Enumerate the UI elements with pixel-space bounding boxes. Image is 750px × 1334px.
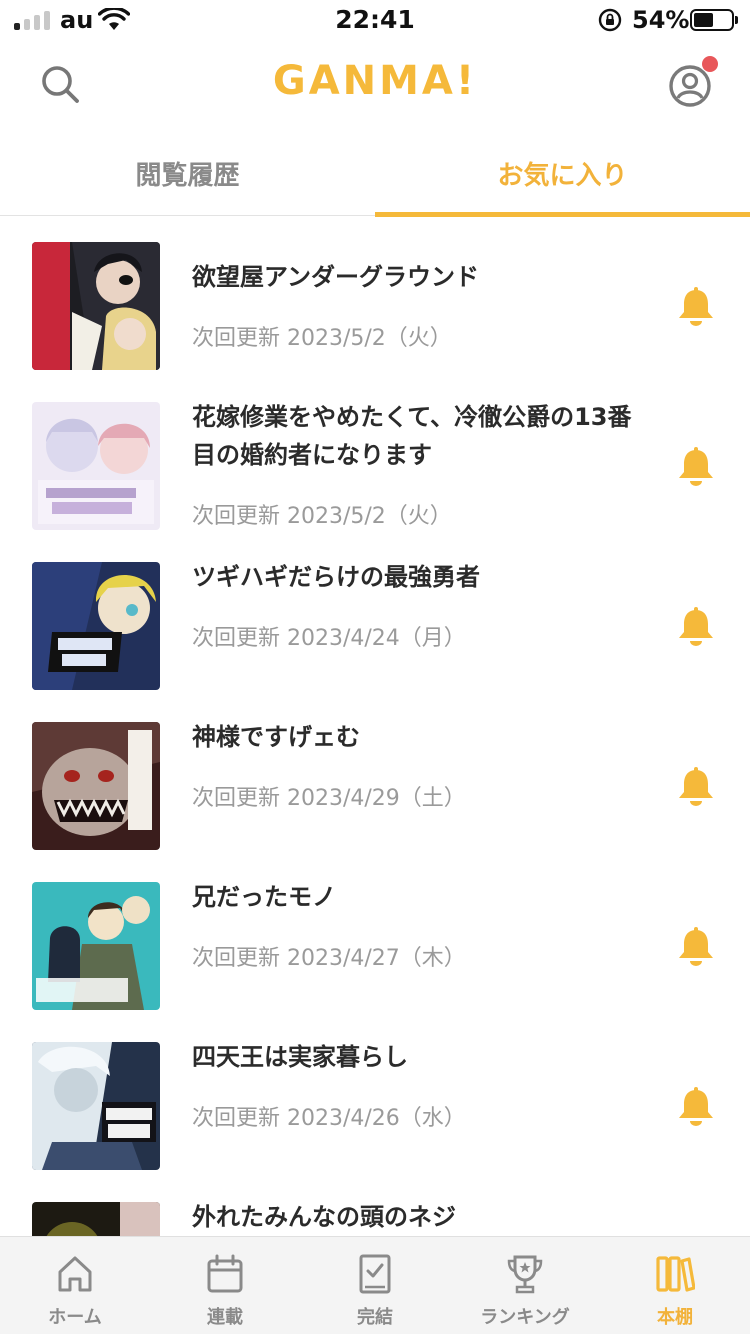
list-item[interactable]: 欲望屋アンダーグラウンド 次回更新 2023/5/2（火） — [0, 216, 750, 376]
comic-thumbnail — [32, 1202, 160, 1236]
wifi-icon — [98, 8, 130, 30]
notification-badge — [702, 56, 718, 72]
nav-ranking[interactable]: ランキング — [450, 1237, 600, 1334]
nav-label: 本棚 — [657, 1307, 693, 1328]
bell-icon[interactable] — [676, 606, 716, 648]
carrier-name: au — [60, 6, 94, 34]
signal-icon — [14, 10, 50, 30]
battery-icon — [690, 9, 738, 31]
list-item[interactable]: 外れたみんなの頭のネジ — [0, 1176, 750, 1236]
bell-icon[interactable] — [676, 766, 716, 808]
app-logo: GANMA! — [272, 58, 478, 104]
tab-bar: 閲覧履歴 お気に入り — [0, 130, 750, 217]
comic-thumbnail — [32, 1042, 160, 1170]
comic-thumbnail — [32, 882, 160, 1010]
nav-serial[interactable]: 連載 — [150, 1237, 300, 1334]
comic-title: 兄だったモノ — [192, 883, 336, 911]
bell-icon[interactable] — [676, 286, 716, 328]
next-update-date: 次回更新 2023/4/29（土） — [192, 786, 466, 811]
comic-title: 欲望屋アンダーグラウンド — [192, 263, 480, 291]
nav-label: ホーム — [48, 1307, 102, 1328]
list-item[interactable]: 花嫁修業をやめたくて、冷徹公爵の13番目の婚約者になります 次回更新 2023/… — [0, 376, 750, 536]
tab-favorites[interactable]: お気に入り — [375, 130, 750, 217]
list-item[interactable]: 四天王は実家暮らし 次回更新 2023/4/26（水） — [0, 1016, 750, 1176]
status-bar: au 22:41 54% — [0, 0, 750, 40]
comic-title: 四天王は実家暮らし — [192, 1043, 408, 1071]
comic-title: 花嫁修業をやめたくて、冷徹公爵の13番目の婚約者になります — [192, 403, 632, 469]
bookshelf-icon — [656, 1256, 695, 1292]
nav-home[interactable]: ホーム — [0, 1237, 150, 1334]
list-item[interactable]: 兄だったモノ 次回更新 2023/4/27（木） — [0, 856, 750, 1016]
comic-thumbnail — [32, 242, 160, 370]
trophy-icon — [507, 1255, 543, 1294]
list-item[interactable]: ツギハギだらけの最強勇者 次回更新 2023/4/24（月） — [0, 536, 750, 696]
favorites-list: 欲望屋アンダーグラウンド 次回更新 2023/5/2（火） 花嫁修業をやめたくて… — [0, 216, 750, 1236]
comic-title: 神様ですげェむ — [192, 723, 360, 751]
tab-history[interactable]: 閲覧履歴 — [0, 130, 375, 216]
app-header: GANMA! — [0, 40, 750, 130]
nav-label: 完結 — [357, 1307, 393, 1328]
comic-thumbnail — [32, 402, 160, 530]
nav-completed[interactable]: 完結 — [300, 1237, 450, 1334]
next-update-date: 次回更新 2023/5/2（火） — [192, 504, 452, 529]
next-update-date: 次回更新 2023/4/26（水） — [192, 1106, 466, 1131]
completed-book-icon — [359, 1254, 391, 1294]
rotation-lock-icon — [598, 8, 622, 32]
comic-thumbnail — [32, 722, 160, 850]
next-update-date: 次回更新 2023/5/2（火） — [192, 326, 452, 351]
battery-percent: 54% — [632, 6, 690, 34]
list-item[interactable]: 神様ですげェむ 次回更新 2023/4/29（土） — [0, 696, 750, 856]
comic-title: ツギハギだらけの最強勇者 — [192, 563, 480, 591]
nav-label: 連載 — [207, 1307, 243, 1328]
nav-label: ランキング — [480, 1307, 570, 1328]
next-update-date: 次回更新 2023/4/27（木） — [192, 946, 466, 971]
bell-icon[interactable] — [676, 1086, 716, 1128]
nav-bookshelf[interactable]: 本棚 — [600, 1237, 750, 1334]
bell-icon[interactable] — [676, 446, 716, 488]
bottom-navigation: ホーム 連載 完結 ランキング 本棚 — [0, 1236, 750, 1334]
bell-icon[interactable] — [676, 926, 716, 968]
calendar-icon — [207, 1254, 243, 1293]
next-update-date: 次回更新 2023/4/24（月） — [192, 626, 466, 651]
home-icon — [58, 1256, 92, 1292]
comic-title: 外れたみんなの頭のネジ — [192, 1203, 456, 1231]
comic-thumbnail — [32, 562, 160, 690]
